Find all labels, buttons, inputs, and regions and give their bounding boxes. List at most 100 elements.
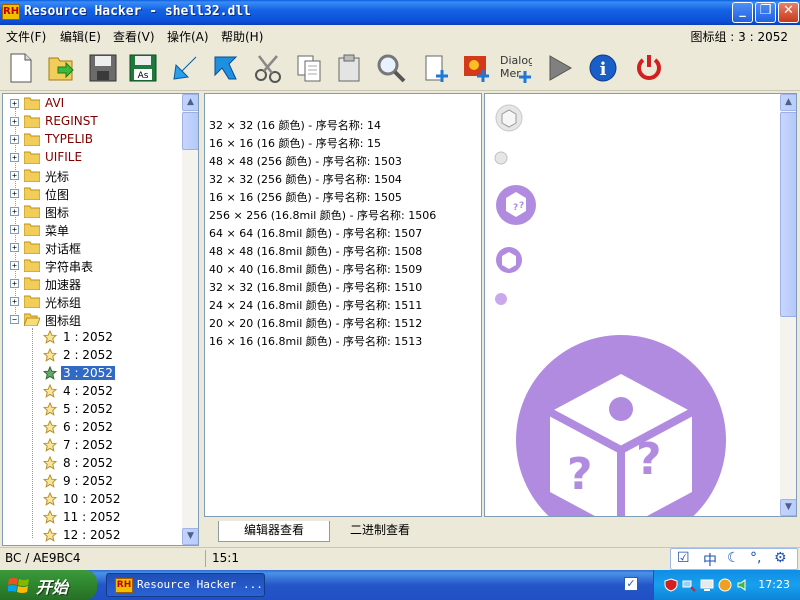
add-image-button[interactable]: [460, 51, 494, 85]
menu-edit[interactable]: 编辑(E): [60, 28, 101, 45]
expand-icon[interactable]: +: [10, 207, 19, 216]
tree-item-icon-group[interactable]: − 图标组: [3, 311, 186, 329]
back-button[interactable]: [168, 51, 202, 85]
expand-icon[interactable]: +: [10, 243, 19, 252]
editor-panel[interactable]: 32 × 32 (16 颜色) - 序号名称: 14 16 × 16 (16 颜…: [204, 93, 482, 517]
svg-text:?: ?: [513, 203, 518, 213]
title-bar[interactable]: RH Resource Hacker - shell32.dll _ ❐ ✕: [0, 0, 800, 25]
tree-item-reginst[interactable]: + REGINST: [3, 113, 186, 131]
star-icon: [43, 456, 57, 470]
open-file-button[interactable]: [44, 51, 78, 85]
clock[interactable]: 17:23: [758, 578, 790, 591]
close-button[interactable]: ✕: [778, 2, 799, 23]
windows-logo-icon: [8, 578, 29, 593]
expand-icon[interactable]: +: [10, 261, 19, 270]
tree-child-item[interactable]: 9 : 2052: [3, 473, 186, 491]
expand-icon[interactable]: +: [10, 171, 19, 180]
tree-child-item[interactable]: 4 : 2052: [3, 383, 186, 401]
open-folder-icon: [24, 313, 40, 326]
dialog-menu-button[interactable]: Dialog Mer: [498, 51, 532, 85]
editor-line: 48 × 48 (16.8mil 颜色) - 序号名称: 1508: [209, 245, 423, 258]
tree-item-cursor-group[interactable]: + 光标组: [3, 293, 186, 311]
folder-icon: [24, 241, 40, 254]
cut-button[interactable]: [252, 51, 286, 85]
expand-icon[interactable]: +: [10, 189, 19, 198]
expand-icon[interactable]: +: [10, 117, 19, 126]
ime-mode-label[interactable]: 中: [703, 550, 717, 570]
scroll-thumb[interactable]: [182, 112, 198, 150]
expand-icon[interactable]: +: [10, 297, 19, 306]
new-file-button[interactable]: [4, 51, 38, 85]
tree-child-item-selected[interactable]: 3 : 2052: [3, 365, 186, 383]
expand-icon[interactable]: +: [10, 225, 19, 234]
scroll-up-button[interactable]: ▲: [182, 94, 198, 111]
find-button[interactable]: [374, 51, 408, 85]
expand-icon[interactable]: +: [10, 279, 19, 288]
paste-button[interactable]: [332, 51, 366, 85]
resource-tree[interactable]: + AVI + REGINST + TYPELIB + UIFILE + 光标 …: [2, 93, 199, 546]
preview-scrollbar[interactable]: ▲ ▼: [780, 94, 796, 516]
tree-child-item[interactable]: 7 : 2052: [3, 437, 186, 455]
tree-child-item[interactable]: 5 : 2052: [3, 401, 186, 419]
tree-item-accelerator[interactable]: + 加速器: [3, 275, 186, 293]
editor-line: 16 × 16 (256 颜色) - 序号名称: 1505: [209, 191, 402, 204]
tree-child-label: 3 : 2052: [61, 366, 115, 380]
tree-item-cursor[interactable]: + 光标: [3, 167, 186, 185]
save-as-button[interactable]: As: [126, 51, 160, 85]
tree-item-menu[interactable]: + 菜单: [3, 221, 186, 239]
scroll-thumb[interactable]: [780, 112, 796, 317]
tab-editor-view[interactable]: 编辑器查看: [218, 521, 330, 542]
tree-child-item[interactable]: 10 : 2052: [3, 491, 186, 509]
tree-child-item[interactable]: 1 : 2052: [3, 329, 186, 347]
tree-item-avi[interactable]: + AVI: [3, 95, 186, 113]
collapse-icon[interactable]: −: [10, 315, 19, 324]
tree-child-item[interactable]: 6 : 2052: [3, 419, 186, 437]
tree-child-item[interactable]: 2 : 2052: [3, 347, 186, 365]
star-icon: [43, 384, 57, 398]
tree-item-icon[interactable]: + 图标: [3, 203, 186, 221]
expand-icon[interactable]: +: [10, 99, 19, 108]
tree-item-uifile[interactable]: + UIFILE: [3, 149, 186, 167]
tree-item-dialog[interactable]: + 对话框: [3, 239, 186, 257]
tree-label: 位图: [45, 188, 70, 202]
cursor-button[interactable]: [208, 51, 242, 85]
copy-button[interactable]: [292, 51, 326, 85]
tree-item-bitmap[interactable]: + 位图: [3, 185, 186, 203]
moon-icon[interactable]: ☾: [727, 550, 740, 566]
folder-icon: [24, 97, 40, 110]
save-button[interactable]: [86, 51, 120, 85]
maximize-button[interactable]: ❐: [755, 2, 776, 23]
tree-item-typelib[interactable]: + TYPELIB: [3, 131, 186, 149]
tab-binary-view[interactable]: 二进制查看: [340, 521, 420, 542]
minimize-button[interactable]: _: [732, 2, 753, 23]
expand-icon[interactable]: +: [10, 153, 19, 162]
tree-child-label: 2 : 2052: [63, 348, 113, 362]
gear-icon[interactable]: ⚙: [774, 550, 787, 566]
expand-icon[interactable]: +: [10, 135, 19, 144]
taskbar-app-button[interactable]: RH Resource Hacker ...: [106, 573, 265, 597]
scroll-up-button[interactable]: ▲: [780, 94, 796, 111]
menu-action[interactable]: 操作(A): [167, 28, 209, 45]
show-desktop-icon[interactable]: ✓: [624, 577, 638, 591]
menu-help[interactable]: 帮助(H): [221, 28, 263, 45]
start-button[interactable]: 开始: [0, 570, 97, 600]
tree-child-item[interactable]: 12 : 2052: [3, 527, 186, 545]
panel-splitter[interactable]: [199, 93, 203, 546]
menu-view[interactable]: 查看(V): [113, 28, 155, 45]
tree-child-item[interactable]: 11 : 2052: [3, 509, 186, 527]
tree-label: 加速器: [45, 278, 82, 292]
tree-child-item[interactable]: 8 : 2052: [3, 455, 186, 473]
tree-scrollbar[interactable]: ▲ ▼: [182, 94, 198, 545]
tree-child-label: 10 : 2052: [63, 492, 121, 506]
exit-button[interactable]: [632, 51, 666, 85]
add-resource-button[interactable]: [420, 51, 454, 85]
scroll-down-button[interactable]: ▼: [780, 499, 796, 516]
tree-child-label: 1 : 2052: [63, 330, 113, 344]
tree-item-string-table[interactable]: + 字符串表: [3, 257, 186, 275]
checkmark-icon[interactable]: ☑: [677, 550, 690, 566]
about-button[interactable]: i: [586, 51, 620, 85]
compile-run-button[interactable]: [542, 51, 576, 85]
scroll-down-button[interactable]: ▼: [182, 528, 198, 545]
menu-file[interactable]: 文件(F): [6, 28, 46, 45]
punctuation-icon[interactable]: °,: [750, 550, 761, 566]
